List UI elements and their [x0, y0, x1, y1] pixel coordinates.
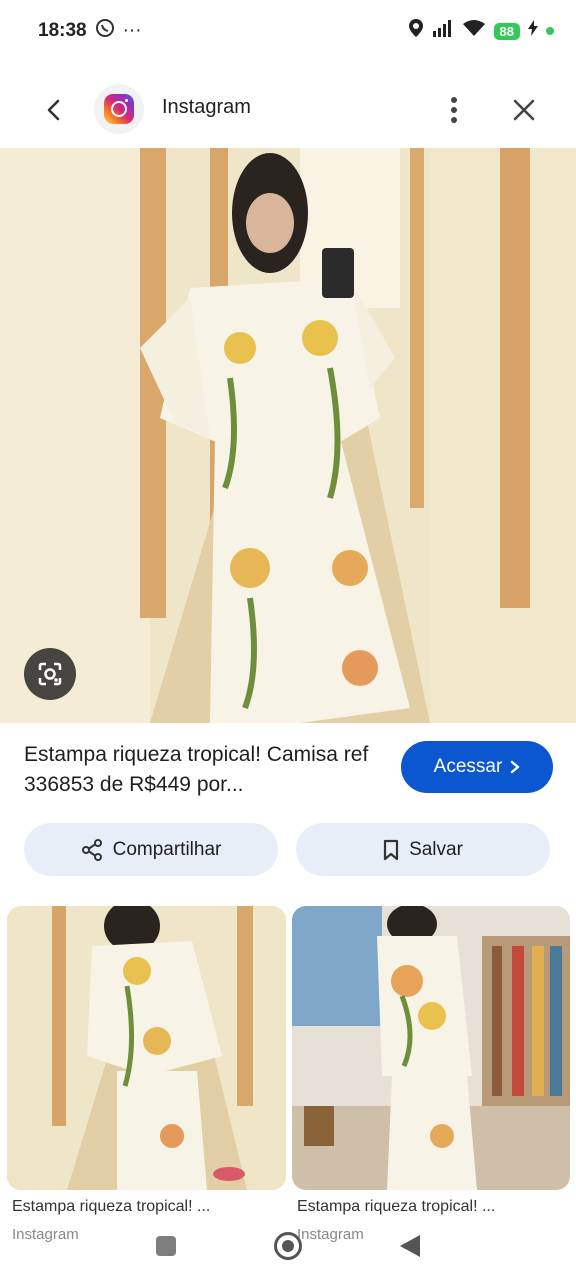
back-nav-button[interactable]: [400, 1235, 420, 1257]
close-icon: [513, 99, 535, 121]
google-lens-button[interactable]: [24, 648, 76, 700]
related-photo-2: [292, 906, 570, 1190]
instagram-logo: [94, 84, 144, 134]
location-icon: [408, 18, 424, 44]
share-icon: [81, 838, 102, 861]
whatsapp-icon: [95, 18, 115, 44]
share-button[interactable]: Compartilhar: [24, 823, 278, 876]
more-vert-icon: [451, 97, 457, 123]
visit-label: Acessar: [433, 756, 503, 777]
chevron-right-icon: [511, 760, 520, 774]
system-nav-bar: [0, 1220, 576, 1280]
wifi-icon: [462, 19, 486, 43]
notification-more: ···: [122, 20, 142, 41]
save-button[interactable]: Salvar: [296, 823, 550, 876]
main-result-image[interactable]: [0, 148, 576, 723]
back-arrow-icon: [47, 99, 60, 121]
close-button[interactable]: [504, 90, 544, 130]
instagram-icon: [104, 94, 134, 124]
recents-button[interactable]: [156, 1236, 176, 1256]
source-title: Instagram: [162, 96, 251, 118]
signal-icon: [432, 19, 454, 43]
battery-indicator: 88: [493, 22, 520, 40]
related-image-2[interactable]: [292, 906, 570, 1190]
related-title-2[interactable]: Estampa riqueza tropical! ...: [297, 1198, 567, 1216]
related-image-1[interactable]: [7, 906, 286, 1190]
share-label: Compartilhar: [112, 838, 222, 860]
visit-button[interactable]: Acessar: [401, 741, 553, 793]
lens-icon: [38, 662, 62, 686]
status-bar: 18:38 ··· 88: [0, 0, 576, 62]
related-photo-1: [7, 906, 286, 1190]
privacy-dot: [546, 27, 554, 35]
status-time: 18:38: [38, 20, 87, 41]
related-title-1[interactable]: Estampa riqueza tropical! ...: [12, 1198, 282, 1216]
save-label: Salvar: [409, 838, 463, 860]
home-button[interactable]: [274, 1232, 302, 1260]
charging-icon: [528, 20, 538, 42]
result-caption: Estampa riqueza tropical! Camisa ref 336…: [24, 743, 369, 796]
back-button[interactable]: [34, 90, 74, 130]
fitting-room-photo: [0, 148, 576, 723]
bookmark-icon: [383, 839, 399, 860]
app-bar: Instagram: [0, 76, 576, 142]
more-options-button[interactable]: [436, 90, 472, 130]
